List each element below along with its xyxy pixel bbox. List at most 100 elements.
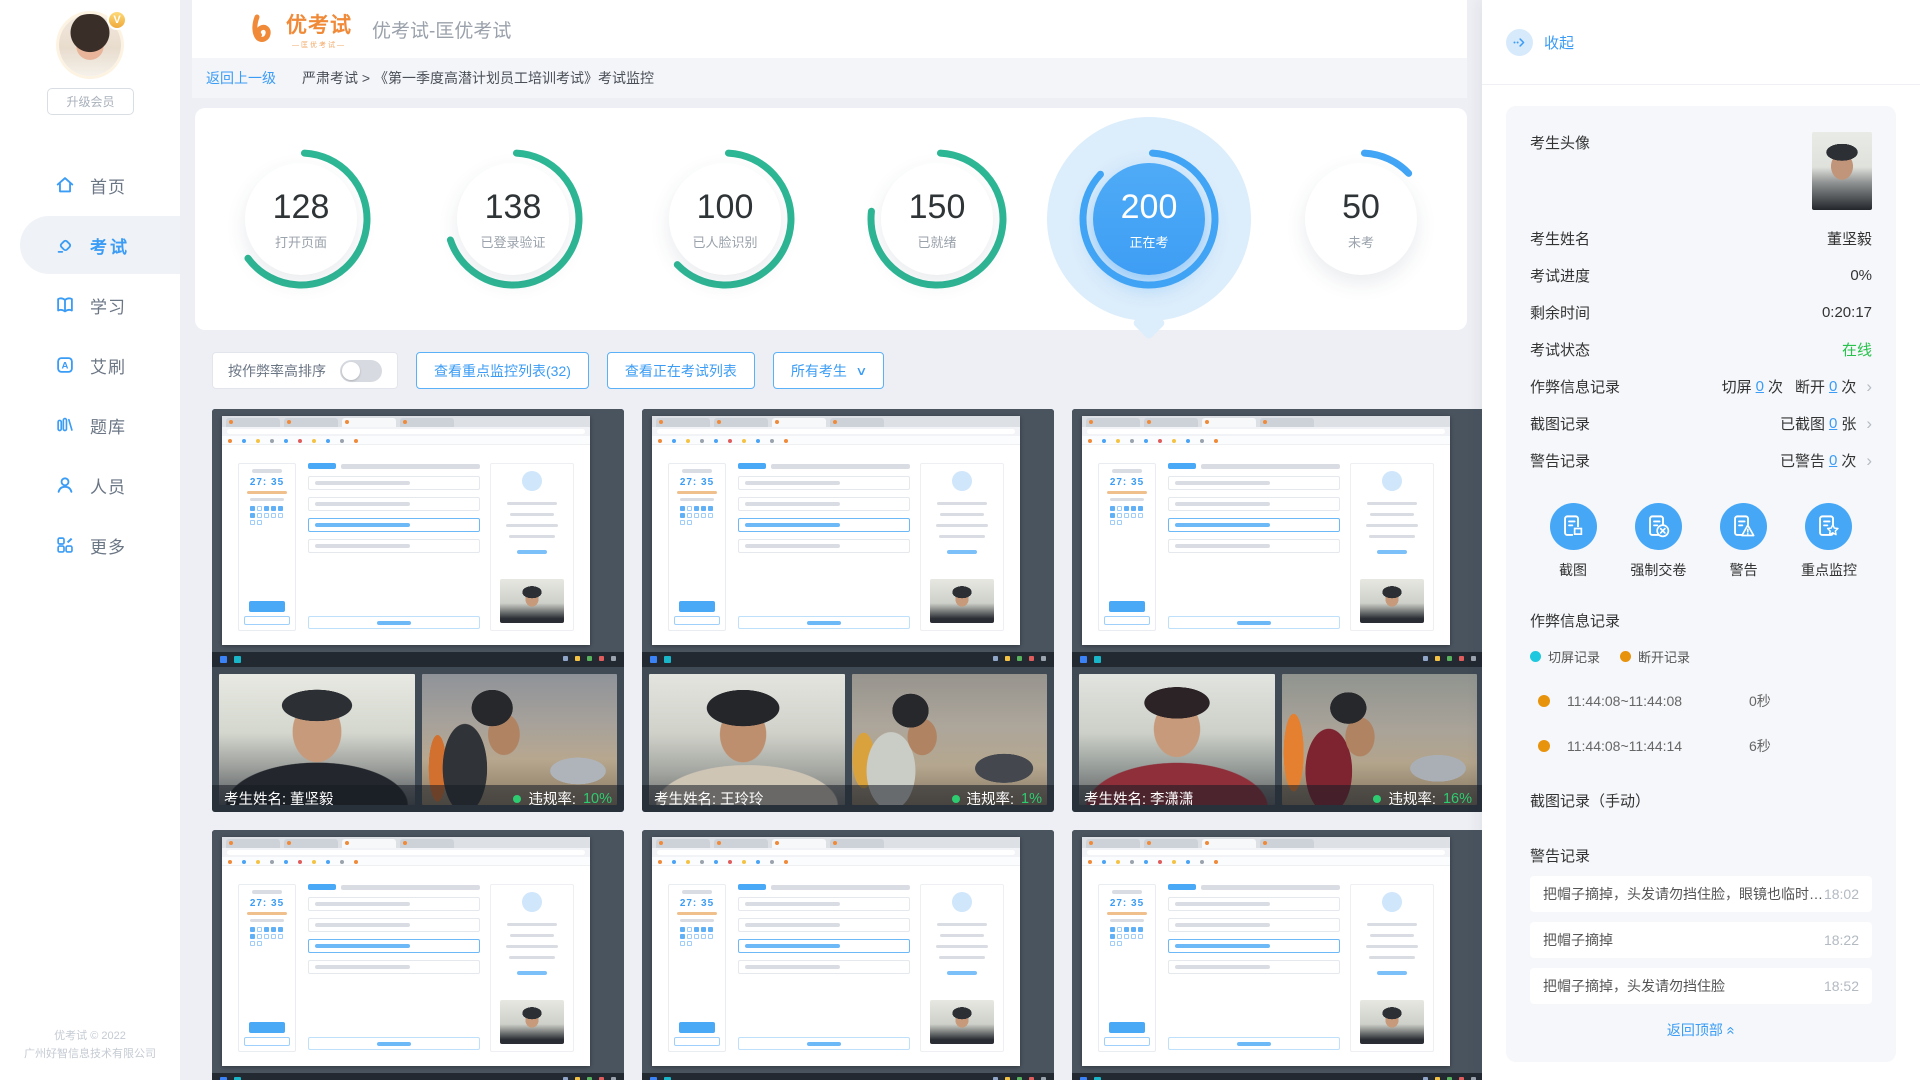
back-to-top-link[interactable]: 返回顶部« [1530, 1020, 1872, 1040]
collapse-label[interactable]: 收起 [1544, 32, 1574, 53]
bookmark-dot [672, 860, 676, 864]
exam-icon [54, 234, 76, 256]
bookmark-dot [1116, 439, 1120, 443]
tray-icon [575, 656, 580, 661]
answer-option [1168, 476, 1340, 490]
sidebar-item-label: 题库 [90, 413, 126, 438]
sidebar-item-study[interactable]: 学习 [0, 275, 180, 335]
browser-tab-strip [652, 837, 1020, 848]
bookmark-dot [686, 860, 690, 864]
question-area [1168, 463, 1340, 631]
sort-toggle[interactable] [340, 360, 382, 382]
answer-option-selected [738, 939, 910, 953]
student-monitor-card[interactable]: 27: 35 [212, 409, 624, 812]
student-monitor-card[interactable]: 27: 35 [1072, 409, 1484, 812]
proctor-side-panel [490, 463, 574, 631]
chevron-right-icon[interactable]: › [1866, 377, 1872, 397]
focus-monitor-list-button[interactable]: 查看重点监控列表(32) [416, 352, 589, 389]
question-number-cell [687, 941, 692, 946]
stat-circle[interactable]: 150 已就绪 [844, 119, 1030, 319]
record-count-link[interactable]: 0 [1829, 415, 1837, 432]
question-number-cell [1117, 520, 1122, 525]
info-label: 考试进度 [1530, 265, 1590, 286]
switch-count-link[interactable]: 0 [1756, 378, 1764, 395]
student-monitor-card[interactable]: 27: 35 [212, 830, 624, 1080]
student-monitor-card[interactable]: 27: 35 [642, 830, 1054, 1080]
sidebar-item-exam[interactable]: 考试 [0, 215, 180, 275]
taskbar [642, 1073, 1054, 1080]
warning-button[interactable]: 警告 [1705, 503, 1783, 580]
svg-text:A: A [62, 361, 69, 372]
question-number-cell [271, 506, 276, 511]
info-label: 警告记录 [1530, 450, 1590, 471]
bookmark-dot [1158, 860, 1162, 864]
bookmark-dot [256, 860, 260, 864]
bookmark-dot [312, 439, 316, 443]
submit-button-mini [249, 1022, 285, 1033]
upgrade-member-button[interactable]: 升级会员 [47, 88, 134, 115]
address-bar [652, 848, 1020, 857]
exam-timer-panel: 27: 35 [238, 463, 296, 631]
tray-icon [1435, 656, 1440, 661]
bookmark-dot [312, 860, 316, 864]
exam-timer: 27: 35 [680, 898, 714, 909]
sidebar-item-more[interactable]: 更多 [0, 515, 180, 575]
question-number-cell [680, 927, 685, 932]
question-number-cell [687, 934, 692, 939]
focus-monitor-button[interactable]: 重点监控 [1790, 503, 1868, 580]
chevron-right-icon[interactable]: › [1866, 451, 1872, 471]
browser-window: 27: 35 [222, 837, 590, 1066]
bookmark-dot [1144, 860, 1148, 864]
mini-avatar [522, 892, 542, 912]
sidebar-item-brush[interactable]: A 艾刷 [0, 335, 180, 395]
stat-circle[interactable]: 100 已人脸识别 [632, 119, 818, 319]
breadcrumb: 返回上一级 严肃考试 > 《第一季度高潜计划员工培训考试》考试监控 [192, 58, 1467, 98]
stat-circle[interactable]: 138 已登录验证 [420, 119, 606, 319]
url-field [657, 850, 1015, 855]
back-link[interactable]: 返回上一级 [206, 68, 276, 88]
bookmark-dot [728, 860, 732, 864]
chevron-right-icon[interactable]: › [1866, 414, 1872, 434]
focus-monitor-icon [1805, 503, 1852, 550]
sidebar-item-question-bank[interactable]: 题库 [0, 395, 180, 455]
question-number-cell [1131, 934, 1136, 939]
answer-option [308, 476, 480, 490]
stat-circle[interactable]: 128 打开页面 [208, 119, 394, 319]
record-count-link[interactable]: 0 [1829, 452, 1837, 469]
student-monitor-card[interactable]: 27: 35 [1072, 830, 1484, 1080]
question-number-cell [1110, 513, 1115, 518]
taskbar-icon [1080, 656, 1087, 663]
question-area [308, 884, 480, 1052]
stat-inner-circle: 150 已就绪 [881, 163, 993, 275]
screenshot-button[interactable]: 截图 [1534, 503, 1612, 580]
student-monitor-card[interactable]: 27: 35 [642, 409, 1054, 812]
sort-by-cheat-box: 按作弊率高排序 [212, 352, 398, 389]
student-filter-dropdown[interactable]: 所有考生 ∨ [773, 352, 884, 389]
tray-icon [1447, 656, 1452, 661]
question-area [738, 463, 910, 631]
sidebar-item-people[interactable]: 人员 [0, 455, 180, 515]
question-number-cell [1117, 506, 1122, 511]
collapse-panel-button[interactable] [1506, 29, 1533, 56]
sidebar-item-home[interactable]: 首页 [0, 155, 180, 215]
answer-option-selected [1168, 518, 1340, 532]
info-label: 考生头像 [1530, 132, 1590, 153]
question-number-cell [257, 941, 262, 946]
url-field [1087, 850, 1445, 855]
stat-circle[interactable]: 50 未考 [1268, 119, 1454, 319]
force-submit-button[interactable]: 强制交卷 [1619, 503, 1697, 580]
warning-record-item: 把帽子摘掉，头发请勿挡住脸，眼镜也临时去... 18:02 [1530, 876, 1872, 912]
question-number-cell [1124, 934, 1129, 939]
question-number-cell [1124, 506, 1129, 511]
ongoing-exam-list-button[interactable]: 查看正在考试列表 [607, 352, 755, 389]
stat-circle[interactable]: 200 正在考 [1056, 119, 1242, 319]
violation-label: 违规率: [1388, 788, 1436, 809]
browser-tab [1260, 839, 1314, 848]
record-prefix: 已警告 [1780, 450, 1825, 471]
status-dot-icon [513, 795, 521, 803]
vip-badge-icon: V [107, 10, 127, 30]
user-avatar[interactable]: V [59, 14, 121, 76]
disconnect-count-link[interactable]: 0 [1829, 378, 1837, 395]
bookmark-dot [242, 860, 246, 864]
question-number-cell [264, 513, 269, 518]
